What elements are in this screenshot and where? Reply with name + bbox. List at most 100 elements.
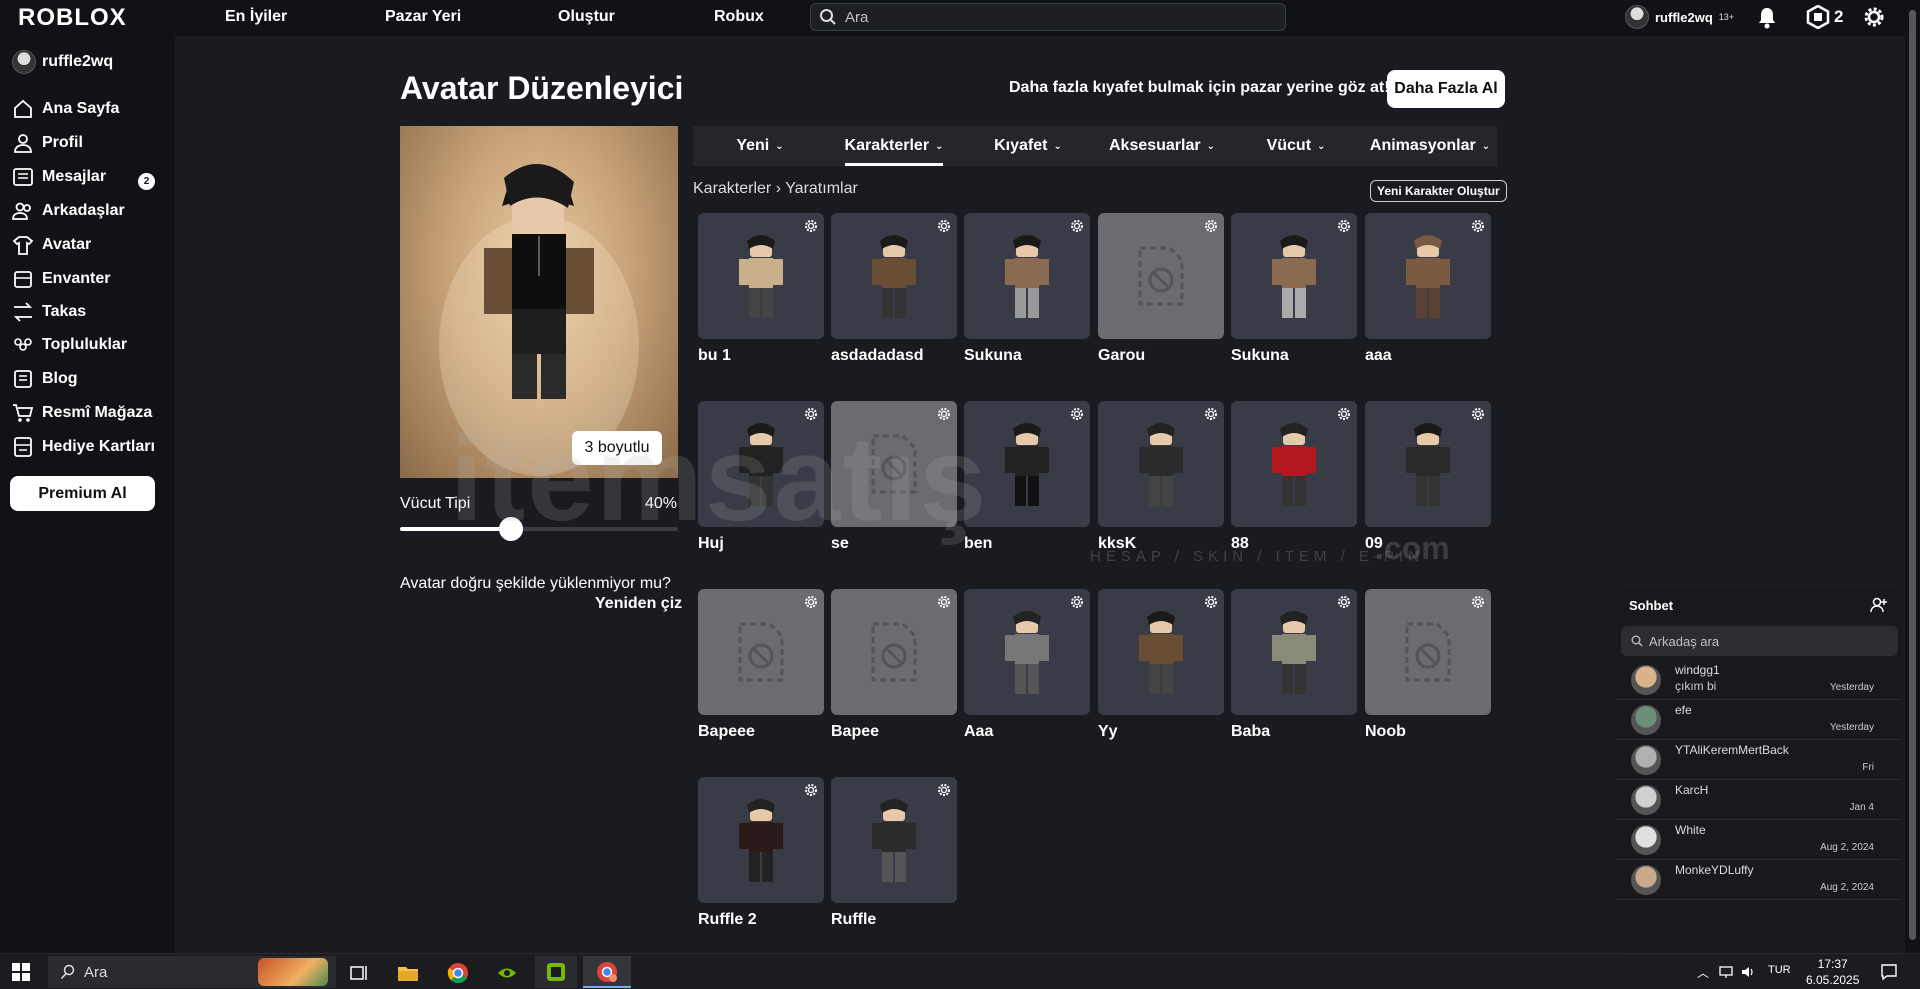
gear-icon[interactable] — [1070, 407, 1084, 421]
taskbar-app-geforce[interactable] — [535, 956, 577, 988]
user-menu[interactable]: ruffle2wq 13+ — [1625, 5, 1734, 29]
network-icon[interactable] — [1718, 964, 1734, 980]
character-card[interactable]: Aaa — [964, 589, 1090, 741]
character-thumbnail[interactable] — [831, 589, 957, 715]
chat-conversation-item[interactable]: KarcH Jan 4 — [1617, 780, 1902, 820]
scrollbar-thumb[interactable] — [1909, 10, 1916, 940]
sidebar-item-store[interactable]: Resmî Mağaza — [12, 402, 152, 424]
sidebar-user[interactable]: ruffle2wq — [12, 50, 113, 74]
character-thumbnail[interactable] — [1098, 213, 1224, 339]
gear-icon[interactable] — [1204, 219, 1218, 233]
gear-icon[interactable] — [804, 595, 818, 609]
character-card[interactable]: bu 1 — [698, 213, 824, 365]
nvidia-icon[interactable] — [496, 962, 518, 984]
character-card[interactable]: aaa — [1365, 213, 1491, 365]
character-thumbnail[interactable] — [1231, 401, 1357, 527]
character-thumbnail[interactable] — [1231, 589, 1357, 715]
robux-icon[interactable] — [1806, 5, 1830, 29]
volume-icon[interactable] — [1740, 964, 1756, 980]
character-thumbnail[interactable] — [1365, 213, 1491, 339]
gear-icon[interactable] — [937, 595, 951, 609]
notification-center-icon[interactable] — [1880, 963, 1898, 981]
character-thumbnail[interactable] — [831, 213, 957, 339]
taskbar-clock[interactable]: 17:37 6.05.2025 — [1806, 956, 1859, 988]
sidebar-item-home[interactable]: Ana Sayfa — [12, 98, 119, 120]
create-new-character-button[interactable]: Yeni Karakter Oluştur — [1370, 180, 1507, 202]
character-thumbnail[interactable] — [698, 777, 824, 903]
language-indicator[interactable]: TUR — [1768, 964, 1791, 976]
gear-icon[interactable] — [804, 783, 818, 797]
gear-icon[interactable] — [1337, 407, 1351, 421]
file-explorer-icon[interactable] — [397, 962, 419, 984]
chat-conversation-item[interactable]: efe Yesterday — [1617, 700, 1902, 740]
tab-animations[interactable]: Animasyonlar ⌄ — [1363, 126, 1497, 166]
windows-start-icon[interactable] — [12, 963, 30, 981]
sidebar-item-inventory[interactable]: Envanter — [12, 268, 110, 290]
character-thumbnail[interactable] — [1231, 213, 1357, 339]
character-thumbnail[interactable] — [964, 589, 1090, 715]
nav-marketplace[interactable]: Pazar Yeri — [385, 8, 461, 26]
character-card[interactable]: Ruffle — [831, 777, 957, 929]
breadcrumb-characters[interactable]: Karakterler — [693, 180, 771, 197]
nav-charts[interactable]: En İyiler — [225, 8, 287, 26]
gear-icon[interactable] — [937, 783, 951, 797]
chat-conversation-item[interactable]: windgg1 çıkım bi Yesterday — [1617, 660, 1902, 700]
character-card[interactable]: Sukuna — [964, 213, 1090, 365]
sidebar-item-blog[interactable]: Blog — [12, 368, 78, 390]
sidebar-item-profile[interactable]: Profil — [12, 132, 83, 154]
gear-icon[interactable] — [804, 219, 818, 233]
character-thumbnail[interactable] — [698, 589, 824, 715]
show-hidden-icons-icon[interactable]: ︿ — [1697, 964, 1709, 981]
redraw-link[interactable]: Yeniden çiz — [595, 595, 682, 613]
sidebar-item-trade[interactable]: Takas — [12, 301, 86, 323]
taskbar-search-input[interactable]: Ara — [48, 956, 336, 988]
tab-body[interactable]: Vücut ⌄ — [1229, 126, 1363, 166]
character-card[interactable]: 88 — [1231, 401, 1357, 553]
nav-robux[interactable]: Robux — [714, 8, 764, 26]
gear-icon[interactable] — [1337, 219, 1351, 233]
gear-icon[interactable] — [1862, 5, 1886, 29]
bell-icon[interactable] — [1756, 6, 1778, 30]
chat-title[interactable]: Sohbet — [1629, 598, 1673, 613]
sidebar-item-messages[interactable]: Mesajlar — [12, 166, 106, 188]
tab-accessories[interactable]: Aksesuarlar ⌄ — [1095, 126, 1229, 166]
nav-create[interactable]: Oluştur — [558, 8, 615, 26]
gear-icon[interactable] — [1471, 595, 1485, 609]
roblox-logo[interactable]: ROBLOX — [18, 4, 127, 32]
character-thumbnail[interactable] — [698, 213, 824, 339]
premium-button[interactable]: Premium Al — [10, 476, 155, 511]
sidebar-item-gift-cards[interactable]: Hediye Kartları — [12, 436, 155, 458]
character-card[interactable]: Garou — [1098, 213, 1224, 365]
get-more-button[interactable]: Daha Fazla Al — [1387, 70, 1505, 108]
character-thumbnail[interactable] — [831, 777, 957, 903]
robux-balance[interactable]: 2 — [1834, 7, 1843, 27]
chat-search-input[interactable]: Arkadaş ara — [1621, 626, 1898, 656]
add-friend-icon[interactable] — [1870, 596, 1888, 614]
chat-conversation-item[interactable]: MonkeYDLuffy Aug 2, 2024 — [1617, 860, 1902, 900]
tab-characters[interactable]: Karakterler ⌄ — [827, 126, 961, 166]
character-card[interactable]: Bapee — [831, 589, 957, 741]
character-card[interactable]: Yy — [1098, 589, 1224, 741]
taskbar-app-chrome-active[interactable] — [583, 956, 631, 988]
chat-conversation-item[interactable]: White Aug 2, 2024 — [1617, 820, 1902, 860]
chrome-icon[interactable] — [447, 962, 469, 984]
character-thumbnail[interactable] — [1098, 589, 1224, 715]
sidebar-item-friends[interactable]: Arkadaşlar — [12, 200, 125, 222]
character-card[interactable]: Sukuna — [1231, 213, 1357, 365]
character-thumbnail[interactable] — [1365, 401, 1491, 527]
search-input[interactable]: Ara — [810, 3, 1286, 31]
character-card[interactable]: Baba — [1231, 589, 1357, 741]
character-card[interactable]: kksK — [1098, 401, 1224, 553]
character-card[interactable]: Noob — [1365, 589, 1491, 741]
gear-icon[interactable] — [1337, 595, 1351, 609]
gear-icon[interactable] — [1204, 595, 1218, 609]
gear-icon[interactable] — [1070, 595, 1084, 609]
character-thumbnail[interactable] — [1365, 589, 1491, 715]
gear-icon[interactable] — [1204, 407, 1218, 421]
task-view-icon[interactable] — [348, 962, 370, 984]
chat-conversation-item[interactable]: YTAliKeremMertBack Fri — [1617, 740, 1902, 780]
character-thumbnail[interactable] — [964, 213, 1090, 339]
character-card[interactable]: asdadadasd — [831, 213, 957, 365]
character-thumbnail[interactable] — [1098, 401, 1224, 527]
gear-icon[interactable] — [1471, 219, 1485, 233]
